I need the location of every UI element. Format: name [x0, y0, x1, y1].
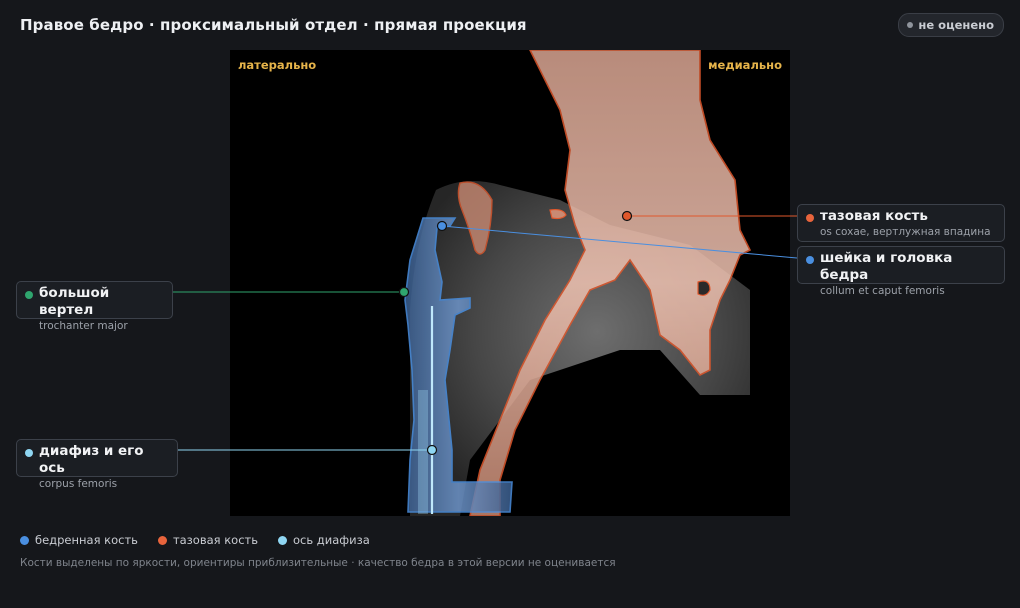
xray-viewer[interactable]: латерально медиально	[230, 50, 790, 516]
callout-pelvis[interactable]: тазовая кость os coxae, вертлужная впади…	[797, 204, 1005, 242]
callout-femoral-neck[interactable]: шейка и головка бедра collum et caput fe…	[797, 246, 1005, 297]
callout-shaft[interactable]: диафиз и его ось corpus femoris	[16, 439, 178, 490]
orientation-medial: медиально	[708, 58, 782, 72]
legend-label: тазовая кость	[172, 533, 259, 547]
legend: бедренная кость тазовая кость ось диафиз…	[20, 533, 370, 547]
color-swatch-icon	[20, 535, 29, 545]
status-badge-label: не оценено	[918, 18, 994, 32]
color-swatch-icon	[278, 535, 288, 545]
callout-name: шейка и головка бедра	[820, 250, 953, 283]
legend-item-femur: бедренная кость	[20, 533, 138, 547]
legend-item-axis: ось диафиза	[278, 533, 370, 547]
legend-label: ось диафиза	[293, 533, 370, 547]
callout-latin: trochanter major	[39, 320, 128, 332]
circle-marker-icon	[806, 256, 814, 264]
callout-trochanter[interactable]: большой вертел trochanter major	[16, 281, 173, 332]
callout-name: тазовая кость	[820, 208, 928, 224]
circle-marker-icon	[806, 214, 814, 222]
legend-item-pelvis: тазовая кость	[157, 533, 259, 547]
status-dot-icon	[907, 22, 914, 28]
orientation-lateral: латерально	[238, 58, 317, 72]
circle-marker-icon	[25, 449, 33, 457]
circle-marker-icon	[25, 291, 33, 299]
callout-name: диафиз и его ось	[39, 443, 144, 476]
callout-latin: os coxae, вертлужная впадина	[820, 226, 991, 238]
shaft-highlight	[418, 390, 428, 514]
color-swatch-icon	[157, 535, 167, 545]
page-title: Правое бедро · проксимальный отдел · пря…	[20, 16, 527, 34]
callout-latin: collum et caput femoris	[820, 285, 945, 297]
footnote: Кости выделены по яркости, ориентиры при…	[20, 557, 616, 569]
callout-name: большой вертел	[39, 285, 110, 318]
callout-latin: corpus femoris	[39, 478, 118, 490]
pelvis-hole	[697, 280, 711, 296]
status-badge: не оценено	[898, 13, 1004, 37]
xray-image	[404, 50, 752, 516]
legend-label: бедренная кость	[35, 533, 138, 547]
